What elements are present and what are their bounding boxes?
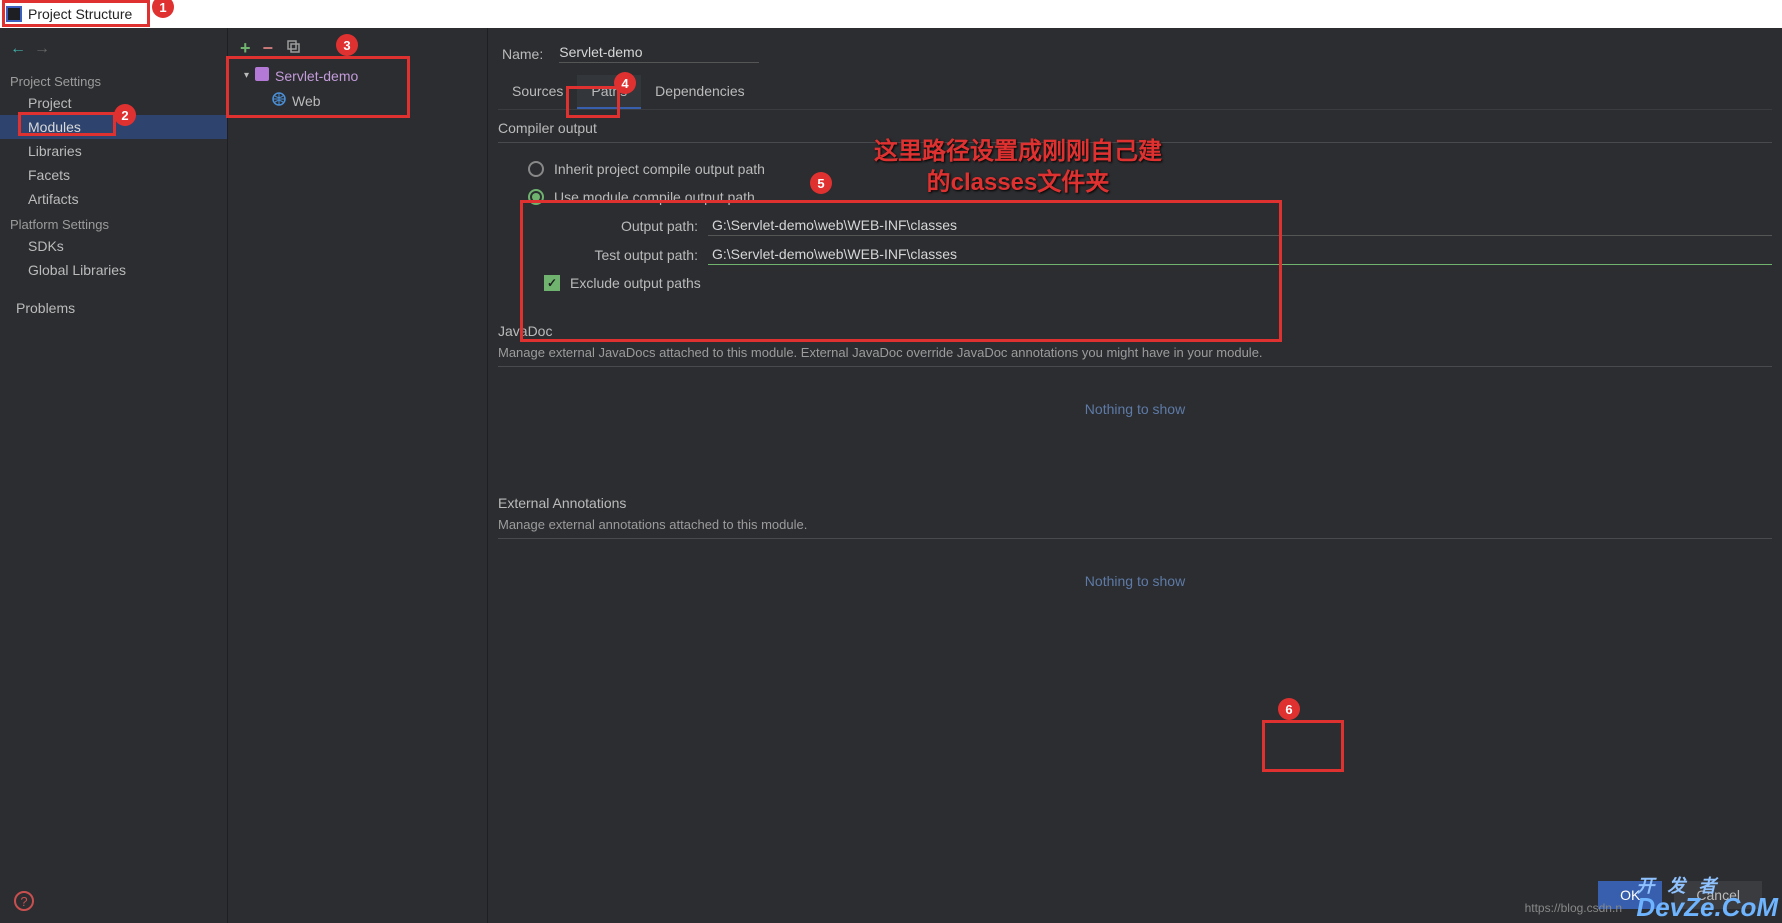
module-label: Servlet-demo — [275, 68, 358, 84]
nav-facets[interactable]: Facets — [0, 163, 227, 187]
web-icon — [272, 92, 286, 109]
output-path-label: Output path: — [558, 218, 698, 234]
divider — [498, 538, 1772, 539]
divider — [498, 142, 1772, 143]
module-name-input[interactable]: Servlet-demo — [559, 44, 759, 63]
tabs: Sources Paths Dependencies — [498, 75, 1772, 110]
tab-paths[interactable]: Paths — [577, 75, 641, 109]
exclude-checkbox-label: Exclude output paths — [570, 275, 701, 291]
exclude-checkbox[interactable]: ✓ — [544, 275, 560, 291]
module-tree-item[interactable]: ▾ Servlet-demo — [228, 63, 487, 88]
output-path-input[interactable]: G:\Servlet-demo\web\WEB-INF\classes — [708, 215, 1772, 236]
content-pane: Name: Servlet-demo Sources Paths Depende… — [488, 28, 1782, 923]
watermark-url: https://blog.csdn.n — [1525, 901, 1622, 915]
platform-settings-heading: Platform Settings — [0, 211, 227, 234]
copy-module-button[interactable] — [285, 38, 301, 59]
chevron-down-icon: ▾ — [244, 70, 249, 81]
compiler-output-title: Compiler output — [498, 120, 1772, 136]
name-label: Name: — [502, 46, 543, 62]
titlebar: Project Structure — [0, 0, 1782, 28]
web-tree-item[interactable]: Web — [228, 88, 487, 113]
module-icon — [255, 67, 269, 84]
remove-module-button[interactable]: − — [263, 38, 274, 59]
app-icon — [6, 6, 22, 22]
nav-global-libraries[interactable]: Global Libraries — [0, 258, 227, 282]
external-desc: Manage external annotations attached to … — [498, 517, 1772, 532]
test-output-path-input[interactable]: G:\Servlet-demo\web\WEB-INF\classes — [708, 244, 1772, 265]
module-tree-pane: + − ▾ Servlet-demo Web — [228, 28, 488, 923]
use-module-radio[interactable] — [528, 189, 544, 205]
inherit-radio[interactable] — [528, 161, 544, 177]
nav-modules[interactable]: Modules — [0, 115, 227, 139]
nav-sdks[interactable]: SDKs — [0, 234, 227, 258]
divider — [498, 366, 1772, 367]
nav-problems[interactable]: Problems — [0, 296, 227, 320]
back-button[interactable]: ← — [10, 40, 26, 58]
web-label: Web — [292, 93, 321, 109]
left-sidebar: ← → Project Settings Project Modules Lib… — [0, 28, 228, 923]
use-module-radio-label: Use module compile output path — [554, 189, 755, 205]
tab-sources[interactable]: Sources — [498, 75, 577, 109]
javadoc-desc: Manage external JavaDocs attached to thi… — [498, 345, 1772, 360]
nav-libraries[interactable]: Libraries — [0, 139, 227, 163]
help-icon[interactable]: ? — [14, 891, 34, 911]
nav-project[interactable]: Project — [0, 91, 227, 115]
inherit-radio-label: Inherit project compile output path — [554, 161, 765, 177]
external-title: External Annotations — [498, 495, 1772, 511]
external-nothing: Nothing to show — [498, 573, 1772, 589]
window-title: Project Structure — [28, 6, 132, 22]
tab-dependencies[interactable]: Dependencies — [641, 75, 759, 109]
add-module-button[interactable]: + — [240, 38, 251, 59]
watermark-logo: 开 发 者 DevZe.CoM — [1636, 872, 1778, 923]
test-output-path-label: Test output path: — [558, 247, 698, 263]
project-settings-heading: Project Settings — [0, 68, 227, 91]
javadoc-title: JavaDoc — [498, 323, 1772, 339]
nav-artifacts[interactable]: Artifacts — [0, 187, 227, 211]
javadoc-nothing: Nothing to show — [498, 401, 1772, 417]
forward-button[interactable]: → — [34, 40, 50, 58]
